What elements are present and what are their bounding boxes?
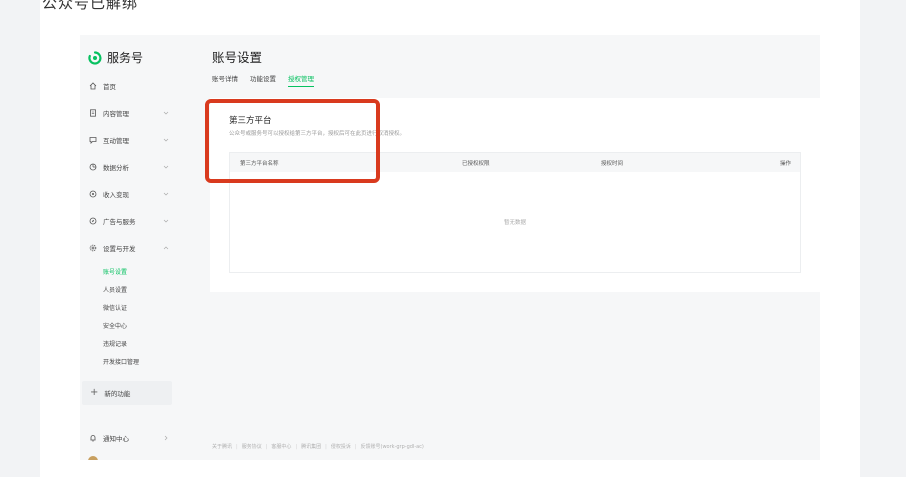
brand-name: 服务号 (107, 50, 144, 65)
brand[interactable]: 服务号 (88, 48, 143, 66)
section-description: 公众号或服务号可以授权给第三方平台，授权后可在此页进行取消授权。 (229, 131, 406, 137)
empty-state: 暂无数据 (503, 220, 526, 226)
column-header-action: 操作 (780, 161, 792, 167)
sidebar-item-analytics[interactable]: 数据分析 (89, 160, 169, 174)
footer-divider: | (295, 443, 298, 450)
footer-link[interactable]: 腾讯集团 (301, 443, 321, 450)
chevron-right-icon (163, 435, 169, 441)
column-header-time: 授权时间 (601, 161, 624, 167)
sidebar-item-label: 数据分析 (103, 164, 129, 172)
footer-divider: | (325, 443, 327, 450)
authorization-table: 第三方平台名称 已授权权限 授权时间 操作 暂无数据 (229, 152, 801, 273)
column-header-permissions: 已授权权限 (462, 161, 490, 167)
bell-icon (89, 434, 97, 442)
new-function-label: 新的功能 (104, 390, 131, 398)
caption-text: 公众号已解绑 (42, 0, 139, 12)
footer-divider: | (354, 443, 357, 450)
chevron-down-icon (163, 164, 169, 170)
footer-link[interactable]: 客服中心 (271, 443, 291, 450)
sidebar-item-revenue[interactable]: 收入变现 (89, 187, 169, 201)
chevron-down-icon (163, 218, 169, 224)
sidebar-item-content[interactable]: 内容管理 (89, 106, 169, 120)
plus-icon: + (90, 387, 99, 398)
sidebar-item-home[interactable]: 首页 (89, 79, 169, 93)
sidebar-item-label: 广告与服务 (103, 218, 136, 226)
sidebar-subitem-verification[interactable]: 微信认证 (103, 304, 127, 314)
chevron-down-icon (163, 191, 169, 197)
gear-icon (89, 244, 97, 252)
sidebar-item-ads[interactable]: 广告与服务 (89, 214, 169, 228)
footer-link[interactable]: 关于腾讯 (212, 443, 232, 450)
screenshot-frame: 服务号 首页 内容管理 互动管理 数据分析 收入变现 广告与服务 设置与开发 账… (80, 35, 820, 460)
wechat-logo-icon (88, 50, 102, 65)
chart-icon (89, 163, 97, 171)
footer-divider: | (236, 443, 238, 450)
chevron-down-icon (163, 110, 169, 116)
footer: 关于腾讯 | 服务协议 | 客服中心 | 腾讯集团 | 侵权投诉 | 反馈账号(work-… (212, 443, 424, 451)
sidebar-item-label: 互动管理 (103, 137, 129, 145)
third-party-panel: 第三方平台 公众号或服务号可以授权给第三方平台，授权后可在此页进行取消授权。 第… (210, 98, 820, 292)
sidebar-item-settings[interactable]: 设置与开发 (89, 241, 169, 255)
sidebar-subitem-violations[interactable]: 违规记录 (103, 340, 127, 350)
sidebar-item-label: 通知中心 (103, 435, 129, 443)
footer-link[interactable]: 侵权投诉 (331, 443, 351, 450)
tab-authorization[interactable]: 授权管理 (288, 73, 314, 87)
sidebar-item-label: 首页 (103, 83, 116, 91)
compass-icon (89, 217, 97, 225)
sidebar-item-interaction[interactable]: 互动管理 (89, 133, 169, 147)
footer-link[interactable]: 服务协议 (242, 443, 262, 450)
sidebar-subitem-dev-api[interactable]: 开发接口管理 (103, 358, 139, 368)
sidebar-item-notifications[interactable]: 通知中心 (89, 431, 169, 445)
avatar[interactable] (88, 456, 98, 460)
sidebar-subitem-security[interactable]: 安全中心 (103, 322, 127, 332)
tab-bar: 账号详情 功能设置 授权管理 (212, 73, 314, 87)
sidebar-item-label: 设置与开发 (103, 245, 136, 253)
sidebar-item-label: 内容管理 (103, 110, 129, 118)
chevron-up-icon (163, 245, 169, 251)
sidebar-subitem-account-settings[interactable]: 账号设置 (103, 268, 127, 278)
chat-icon (89, 136, 97, 144)
page-title: 账号设置 (212, 50, 263, 65)
document-icon (89, 109, 97, 117)
money-icon (89, 190, 97, 198)
sidebar-item-label: 收入变现 (103, 191, 129, 199)
main-area: 账号设置 账号详情 功能设置 授权管理 第三方平台 公众号或服务号可以授权给第三… (190, 35, 820, 460)
sidebar-subitem-staff[interactable]: 人员设置 (103, 286, 127, 296)
column-header-platform: 第三方平台名称 (240, 161, 279, 167)
new-function-button[interactable]: + 新的功能 (82, 381, 172, 405)
section-title: 第三方平台 (229, 116, 272, 126)
tab-function-settings[interactable]: 功能设置 (250, 73, 276, 87)
table-header: 第三方平台名称 已授权权限 授权时间 操作 (230, 153, 800, 172)
sidebar: 服务号 首页 内容管理 互动管理 数据分析 收入变现 广告与服务 设置与开发 账… (80, 35, 176, 460)
tab-account-details[interactable]: 账号详情 (212, 73, 238, 87)
home-icon (89, 82, 97, 90)
footer-divider: | (265, 443, 268, 450)
footer-link: 反馈账号(work-grp-gdl-ac) (360, 444, 424, 450)
chevron-down-icon (163, 137, 169, 143)
